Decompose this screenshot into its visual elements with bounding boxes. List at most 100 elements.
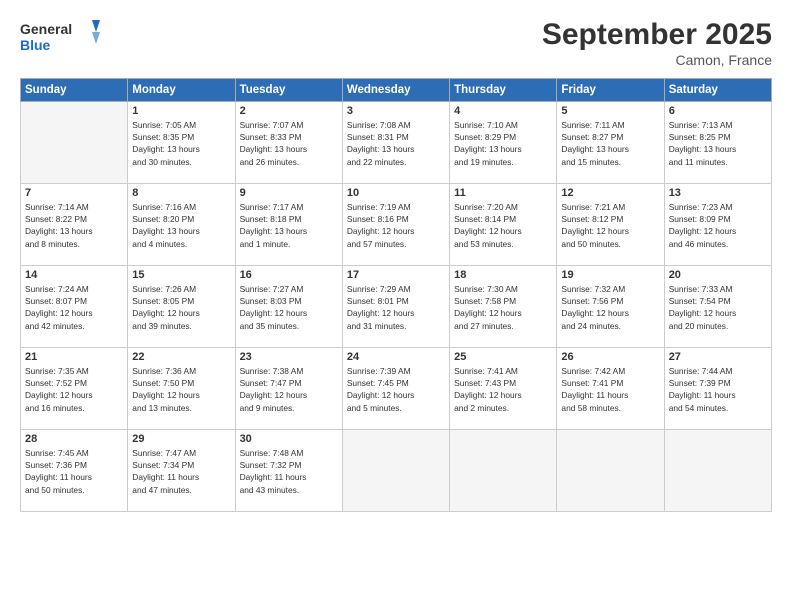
day-cell: 19 Sunrise: 7:32 AMSunset: 7:56 PMDayligh…	[557, 266, 664, 348]
day-cell: 21 Sunrise: 7:35 AMSunset: 7:52 PMDayligh…	[21, 348, 128, 430]
day-number: 4	[454, 105, 552, 117]
day-cell: 6 Sunrise: 7:13 AMSunset: 8:25 PMDaylight…	[664, 102, 771, 184]
day-cell: 27 Sunrise: 7:44 AMSunset: 7:39 PMDayligh…	[664, 348, 771, 430]
day-number: 6	[669, 105, 767, 117]
day-cell	[342, 430, 449, 512]
day-info: Sunrise: 7:08 AMSunset: 8:31 PMDaylight:…	[347, 119, 445, 168]
day-cell	[664, 430, 771, 512]
day-number: 28	[25, 433, 123, 445]
day-cell: 5 Sunrise: 7:11 AMSunset: 8:27 PMDaylight…	[557, 102, 664, 184]
day-info: Sunrise: 7:33 AMSunset: 7:54 PMDaylight:…	[669, 283, 767, 332]
col-tuesday: Tuesday	[235, 79, 342, 102]
svg-text:Blue: Blue	[20, 37, 51, 53]
day-cell: 4 Sunrise: 7:10 AMSunset: 8:29 PMDaylight…	[450, 102, 557, 184]
day-cell: 22 Sunrise: 7:36 AMSunset: 7:50 PMDayligh…	[128, 348, 235, 430]
week-row-4: 28 Sunrise: 7:45 AMSunset: 7:36 PMDayligh…	[21, 430, 772, 512]
day-cell: 15Sunrise: 7:26 AMSunset: 8:05 PMDayligh…	[128, 266, 235, 348]
week-row-1: 7 Sunrise: 7:14 AMSunset: 8:22 PMDaylight…	[21, 184, 772, 266]
day-info: Sunrise: 7:44 AMSunset: 7:39 PMDaylight:…	[669, 365, 767, 414]
day-cell: 28 Sunrise: 7:45 AMSunset: 7:36 PMDayligh…	[21, 430, 128, 512]
day-cell	[21, 102, 128, 184]
day-number: 19	[561, 269, 659, 281]
day-number: 2	[240, 105, 338, 117]
day-info: Sunrise: 7:35 AMSunset: 7:52 PMDaylight:…	[25, 365, 123, 414]
day-number: 7	[25, 187, 123, 199]
day-cell: 3Sunrise: 7:08 AMSunset: 8:31 PMDaylight…	[342, 102, 449, 184]
day-cell: 14 Sunrise: 7:24 AMSunset: 8:07 PMDayligh…	[21, 266, 128, 348]
day-info: Sunrise: 7:36 AMSunset: 7:50 PMDaylight:…	[132, 365, 230, 414]
day-info: Sunrise: 7:30 AMSunset: 7:58 PMDaylight:…	[454, 283, 552, 332]
day-cell: 13Sunrise: 7:23 AMSunset: 8:09 PMDayligh…	[664, 184, 771, 266]
day-cell: 2 Sunrise: 7:07 AMSunset: 8:33 PMDaylight…	[235, 102, 342, 184]
day-cell	[450, 430, 557, 512]
day-info: Sunrise: 7:05 AMSunset: 8:35 PMDaylight:…	[132, 119, 230, 168]
day-cell	[557, 430, 664, 512]
day-number: 21	[25, 351, 123, 363]
day-cell: 8 Sunrise: 7:16 AMSunset: 8:20 PMDaylight…	[128, 184, 235, 266]
day-number: 10	[347, 187, 445, 199]
day-info: Sunrise: 7:45 AMSunset: 7:36 PMDaylight:…	[25, 447, 123, 496]
day-cell: 18 Sunrise: 7:30 AMSunset: 7:58 PMDayligh…	[450, 266, 557, 348]
day-number: 23	[240, 351, 338, 363]
page: General Blue September 2025 Camon, Franc…	[0, 0, 792, 612]
day-cell: 26 Sunrise: 7:42 AMSunset: 7:41 PMDayligh…	[557, 348, 664, 430]
day-number: 30	[240, 433, 338, 445]
day-number: 15	[132, 269, 230, 281]
day-cell: 1 Sunrise: 7:05 AMSunset: 8:35 PMDaylight…	[128, 102, 235, 184]
subtitle: Camon, France	[542, 52, 772, 68]
day-cell: 29Sunrise: 7:47 AMSunset: 7:34 PMDayligh…	[128, 430, 235, 512]
day-number: 8	[132, 187, 230, 199]
day-info: Sunrise: 7:47 AMSunset: 7:34 PMDaylight:…	[132, 447, 230, 496]
day-number: 9	[240, 187, 338, 199]
week-row-3: 21 Sunrise: 7:35 AMSunset: 7:52 PMDayligh…	[21, 348, 772, 430]
day-info: Sunrise: 7:17 AMSunset: 8:18 PMDaylight:…	[240, 201, 338, 250]
day-number: 1	[132, 105, 230, 117]
col-sunday: Sunday	[21, 79, 128, 102]
day-info: Sunrise: 7:39 AMSunset: 7:45 PMDaylight:…	[347, 365, 445, 414]
svg-text:General: General	[20, 21, 72, 37]
calendar-table: Sunday Monday Tuesday Wednesday Thursday…	[20, 78, 772, 512]
day-cell: 24Sunrise: 7:39 AMSunset: 7:45 PMDayligh…	[342, 348, 449, 430]
day-number: 20	[669, 269, 767, 281]
day-info: Sunrise: 7:16 AMSunset: 8:20 PMDaylight:…	[132, 201, 230, 250]
day-info: Sunrise: 7:07 AMSunset: 8:33 PMDaylight:…	[240, 119, 338, 168]
day-info: Sunrise: 7:13 AMSunset: 8:25 PMDaylight:…	[669, 119, 767, 168]
day-info: Sunrise: 7:11 AMSunset: 8:27 PMDaylight:…	[561, 119, 659, 168]
day-info: Sunrise: 7:42 AMSunset: 7:41 PMDaylight:…	[561, 365, 659, 414]
day-number: 11	[454, 187, 552, 199]
day-cell: 20 Sunrise: 7:33 AMSunset: 7:54 PMDayligh…	[664, 266, 771, 348]
day-info: Sunrise: 7:41 AMSunset: 7:43 PMDaylight:…	[454, 365, 552, 414]
day-number: 5	[561, 105, 659, 117]
day-cell: 12Sunrise: 7:21 AMSunset: 8:12 PMDayligh…	[557, 184, 664, 266]
day-cell: 11 Sunrise: 7:20 AMSunset: 8:14 PMDayligh…	[450, 184, 557, 266]
day-info: Sunrise: 7:27 AMSunset: 8:03 PMDaylight:…	[240, 283, 338, 332]
month-title: September 2025	[542, 18, 772, 52]
day-cell: 9 Sunrise: 7:17 AMSunset: 8:18 PMDaylight…	[235, 184, 342, 266]
day-info: Sunrise: 7:32 AMSunset: 7:56 PMDaylight:…	[561, 283, 659, 332]
day-info: Sunrise: 7:38 AMSunset: 7:47 PMDaylight:…	[240, 365, 338, 414]
logo: General Blue	[20, 18, 100, 56]
day-number: 14	[25, 269, 123, 281]
day-number: 12	[561, 187, 659, 199]
day-info: Sunrise: 7:14 AMSunset: 8:22 PMDaylight:…	[25, 201, 123, 250]
day-number: 27	[669, 351, 767, 363]
day-info: Sunrise: 7:48 AMSunset: 7:32 PMDaylight:…	[240, 447, 338, 496]
day-number: 26	[561, 351, 659, 363]
day-number: 22	[132, 351, 230, 363]
day-info: Sunrise: 7:10 AMSunset: 8:29 PMDaylight:…	[454, 119, 552, 168]
title-block: September 2025 Camon, France	[542, 18, 772, 68]
day-number: 18	[454, 269, 552, 281]
day-info: Sunrise: 7:20 AMSunset: 8:14 PMDaylight:…	[454, 201, 552, 250]
day-info: Sunrise: 7:29 AMSunset: 8:01 PMDaylight:…	[347, 283, 445, 332]
col-thursday: Thursday	[450, 79, 557, 102]
col-monday: Monday	[128, 79, 235, 102]
day-cell: 30 Sunrise: 7:48 AMSunset: 7:32 PMDayligh…	[235, 430, 342, 512]
day-cell: 17 Sunrise: 7:29 AMSunset: 8:01 PMDayligh…	[342, 266, 449, 348]
day-number: 13	[669, 187, 767, 199]
logo-svg: General Blue	[20, 18, 100, 56]
day-number: 17	[347, 269, 445, 281]
day-info: Sunrise: 7:24 AMSunset: 8:07 PMDaylight:…	[25, 283, 123, 332]
col-friday: Friday	[557, 79, 664, 102]
col-saturday: Saturday	[664, 79, 771, 102]
header: General Blue September 2025 Camon, Franc…	[20, 18, 772, 68]
